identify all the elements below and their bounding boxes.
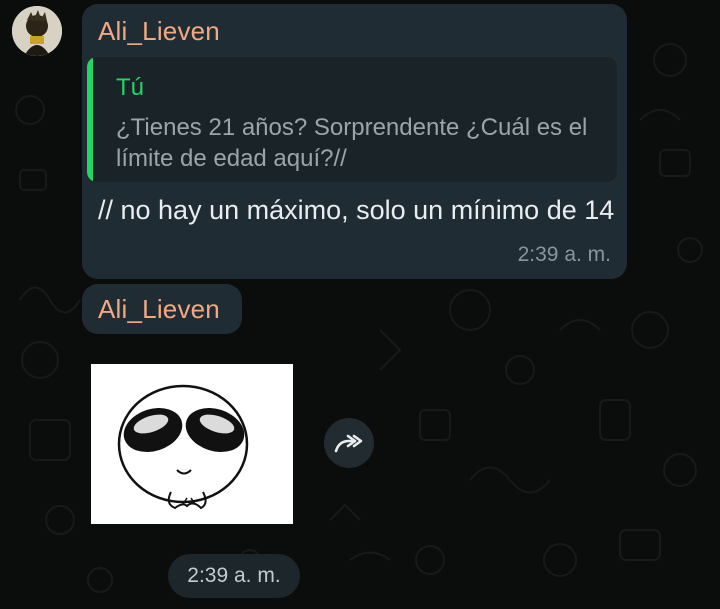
- sticker-message[interactable]: [91, 364, 293, 524]
- quote-accent-bar: [87, 57, 93, 182]
- sender-name[interactable]: Ali_Lieven: [98, 16, 220, 47]
- quoted-text: ¿Tienes 21 años? Sorprendente ¿Cuál es e…: [116, 114, 588, 172]
- message-text: // no hay un máximo, solo un mínimo de 1…: [98, 195, 615, 225]
- quoted-author: Tú: [116, 74, 145, 101]
- quoted-message[interactable]: Tú ¿Tienes 21 años? Sorprendente ¿Cuál e…: [87, 57, 617, 182]
- sender-avatar[interactable]: [12, 6, 62, 56]
- sunglasses-face-sticker: [117, 384, 249, 510]
- sticker-timestamp-pill: 2:39 a. m.: [168, 554, 300, 598]
- sender-name-bubble[interactable]: Ali_Lieven: [82, 284, 242, 334]
- sender-name[interactable]: Ali_Lieven: [98, 294, 220, 325]
- message-timestamp: 2:39 a. m.: [517, 243, 611, 266]
- forward-button[interactable]: [324, 418, 374, 468]
- avatar-image: [12, 6, 62, 56]
- message-bubble[interactable]: Ali_Lieven Tú ¿Tienes 21 años? Sorprende…: [82, 4, 627, 279]
- forward-icon: [334, 434, 363, 453]
- sticker-timestamp: 2:39 a. m.: [187, 564, 281, 587]
